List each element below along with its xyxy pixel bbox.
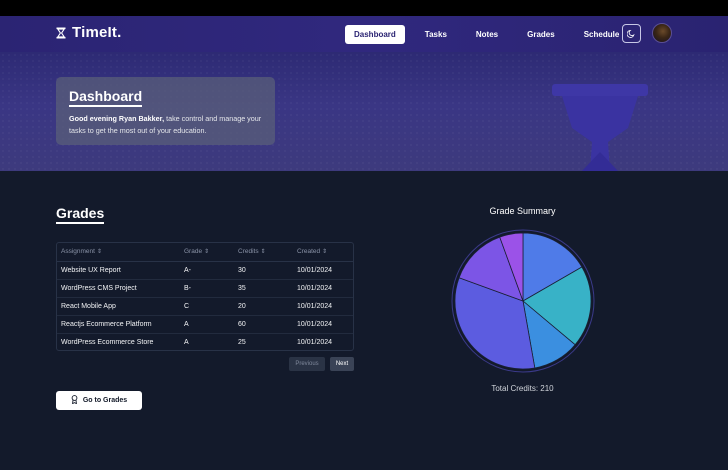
cell-assignment: Website UX Report: [57, 261, 180, 280]
chart-title: Grade Summary: [489, 206, 556, 216]
nav-item-notes[interactable]: Notes: [467, 25, 507, 44]
grade-summary-pie-chart: [451, 229, 595, 373]
cell-created: 10/01/2024: [293, 261, 353, 280]
column-header-credits[interactable]: Credits ⇕: [234, 243, 293, 262]
table-row[interactable]: Reactjs Ecommerce Platform A 60 10/01/20…: [57, 315, 353, 334]
brand[interactable]: TimeIt.: [56, 24, 121, 41]
cell-credits: 25: [238, 338, 246, 346]
brand-name: TimeIt.: [72, 24, 122, 41]
column-header-created[interactable]: Created ⇕: [293, 243, 353, 262]
cell-assignment: Reactjs Ecommerce Platform: [57, 315, 180, 334]
navbar: TimeIt. Dashboard Tasks Notes Grades Sch…: [0, 16, 728, 52]
nav-item-tasks[interactable]: Tasks: [416, 25, 456, 44]
nav-links: Dashboard Tasks Notes Grades Schedule: [345, 25, 639, 44]
grades-table: Assignment ⇕ Grade ⇕ Credits ⇕ Created ⇕ Web…: [56, 242, 354, 351]
welcome-message: Good evening Ryan Bakker, take control a…: [69, 113, 262, 136]
previous-page-button[interactable]: Previous: [289, 357, 325, 371]
next-page-button[interactable]: Next: [330, 357, 354, 371]
main-content: Grades Assignment ⇕ Grade ⇕ Credits ⇕ Creat…: [0, 171, 728, 470]
go-to-grades-label: Go to Grades: [82, 397, 128, 404]
table-header-row: Assignment ⇕ Grade ⇕ Credits ⇕ Created ⇕: [57, 243, 353, 262]
cell-assignment: React Mobile App: [57, 297, 180, 316]
cell-credits: 35: [234, 279, 293, 298]
column-label: Created: [297, 248, 321, 256]
cell-credits: 20: [234, 297, 293, 316]
sort-icon: ⇕: [322, 249, 328, 256]
grades-title: Grades: [56, 205, 105, 224]
cell-created: 10/01/2024: [293, 279, 353, 298]
cell-grade: A: [180, 315, 234, 334]
cell-created: 10/01/2024: [293, 297, 353, 316]
cell-created: 10/01/2024: [297, 338, 333, 346]
hero-banner: Dashboard Good evening Ryan Bakker, take…: [0, 52, 728, 171]
sort-icon: ⇕: [96, 249, 102, 256]
theme-toggle-button[interactable]: [622, 24, 641, 43]
cell-assignment: WordPress Ecommerce Store: [61, 338, 154, 346]
column-label: Credits: [238, 248, 259, 256]
nav-item-dashboard[interactable]: Dashboard: [345, 25, 405, 44]
cell-grade: C: [180, 297, 234, 316]
table-row[interactable]: Website UX Report A- 30 10/01/2024: [57, 261, 353, 280]
cell-grade: B-: [180, 279, 234, 298]
column-label: Grade: [184, 248, 203, 256]
hourglass-icon: [56, 27, 66, 39]
table-row[interactable]: React Mobile App C 20 10/01/2024: [57, 297, 353, 316]
cell-credits: 60: [234, 315, 293, 334]
greeting: Good evening Ryan Bakker,: [69, 114, 165, 123]
cell-grade: A-: [180, 261, 234, 280]
column-header-assignment[interactable]: Assignment ⇕: [57, 243, 180, 262]
sort-icon: ⇕: [204, 249, 210, 256]
page-title: Dashboard: [69, 88, 143, 107]
column-label: Assignment: [61, 248, 95, 256]
cell-credits: 30: [234, 261, 293, 280]
hourglass-illustration-icon: [552, 82, 648, 171]
cell-grade: A: [184, 338, 189, 346]
top-black-bar: [0, 0, 728, 16]
award-icon: [71, 395, 78, 406]
moon-icon: [626, 25, 636, 43]
welcome-card: Dashboard Good evening Ryan Bakker, take…: [56, 77, 275, 145]
table-row[interactable]: WordPress CMS Project B- 35 10/01/2024: [57, 279, 353, 298]
cell-created: 10/01/2024: [293, 315, 353, 334]
nav-item-grades[interactable]: Grades: [518, 25, 564, 44]
column-header-grade[interactable]: Grade ⇕: [180, 243, 234, 262]
sort-icon: ⇕: [260, 249, 266, 256]
cell-assignment: WordPress CMS Project: [57, 279, 180, 298]
go-to-grades-button[interactable]: Go to Grades: [56, 391, 142, 410]
table-row[interactable]: WordPress Ecommerce Store A 25 10/01/202…: [57, 333, 353, 350]
total-credits: Total Credits: 210: [491, 384, 554, 393]
nav-item-schedule[interactable]: Schedule: [575, 25, 629, 44]
avatar[interactable]: [652, 23, 672, 43]
